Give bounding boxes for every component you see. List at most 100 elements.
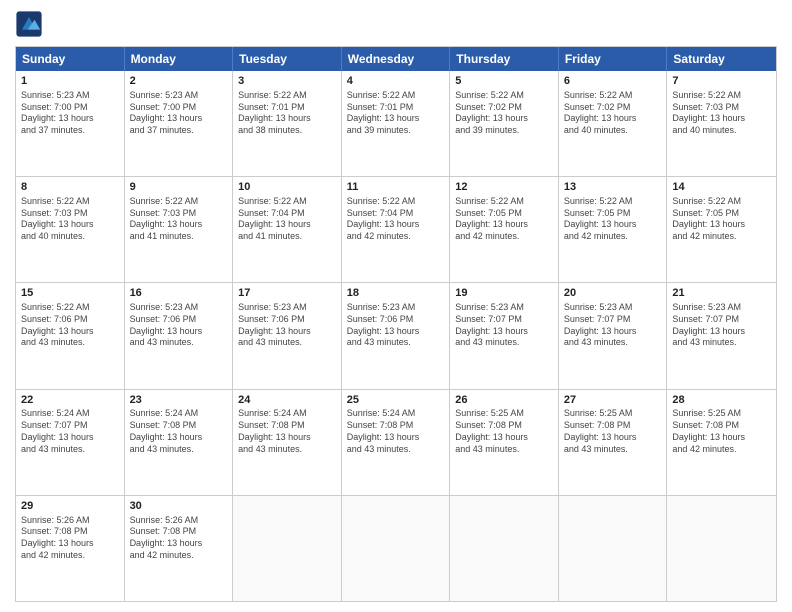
day-content: Sunrise: 5:22 AM Sunset: 7:01 PM Dayligh… [238,90,336,137]
day-content: Sunrise: 5:24 AM Sunset: 7:08 PM Dayligh… [130,408,228,455]
day-number: 29 [21,499,119,514]
calendar-week-4: 22Sunrise: 5:24 AM Sunset: 7:07 PM Dayli… [16,390,776,496]
day-content: Sunrise: 5:22 AM Sunset: 7:02 PM Dayligh… [455,90,553,137]
day-cell-4: 4Sunrise: 5:22 AM Sunset: 7:01 PM Daylig… [342,71,451,176]
day-cell-28: 28Sunrise: 5:25 AM Sunset: 7:08 PM Dayli… [667,390,776,495]
day-content: Sunrise: 5:23 AM Sunset: 7:06 PM Dayligh… [130,302,228,349]
day-cell-20: 20Sunrise: 5:23 AM Sunset: 7:07 PM Dayli… [559,283,668,388]
day-number: 14 [672,180,771,195]
day-number: 16 [130,286,228,301]
day-cell-1: 1Sunrise: 5:23 AM Sunset: 7:00 PM Daylig… [16,71,125,176]
day-number: 6 [564,74,662,89]
day-number: 7 [672,74,771,89]
day-number: 8 [21,180,119,195]
day-number: 12 [455,180,553,195]
day-content: Sunrise: 5:22 AM Sunset: 7:05 PM Dayligh… [672,196,771,243]
day-content: Sunrise: 5:22 AM Sunset: 7:04 PM Dayligh… [347,196,445,243]
calendar-week-2: 8Sunrise: 5:22 AM Sunset: 7:03 PM Daylig… [16,177,776,283]
day-number: 24 [238,393,336,408]
day-cell-25: 25Sunrise: 5:24 AM Sunset: 7:08 PM Dayli… [342,390,451,495]
day-content: Sunrise: 5:22 AM Sunset: 7:05 PM Dayligh… [455,196,553,243]
day-number: 9 [130,180,228,195]
day-content: Sunrise: 5:23 AM Sunset: 7:06 PM Dayligh… [347,302,445,349]
day-content: Sunrise: 5:24 AM Sunset: 7:08 PM Dayligh… [347,408,445,455]
day-content: Sunrise: 5:23 AM Sunset: 7:00 PM Dayligh… [21,90,119,137]
day-content: Sunrise: 5:23 AM Sunset: 7:06 PM Dayligh… [238,302,336,349]
day-number: 1 [21,74,119,89]
calendar-week-3: 15Sunrise: 5:22 AM Sunset: 7:06 PM Dayli… [16,283,776,389]
calendar-week-5: 29Sunrise: 5:26 AM Sunset: 7:08 PM Dayli… [16,496,776,601]
header [15,10,777,38]
day-number: 27 [564,393,662,408]
day-number: 19 [455,286,553,301]
day-content: Sunrise: 5:23 AM Sunset: 7:07 PM Dayligh… [455,302,553,349]
day-cell-9: 9Sunrise: 5:22 AM Sunset: 7:03 PM Daylig… [125,177,234,282]
day-number: 10 [238,180,336,195]
day-header-tuesday: Tuesday [233,47,342,71]
day-cell-6: 6Sunrise: 5:22 AM Sunset: 7:02 PM Daylig… [559,71,668,176]
day-cell-3: 3Sunrise: 5:22 AM Sunset: 7:01 PM Daylig… [233,71,342,176]
day-cell-21: 21Sunrise: 5:23 AM Sunset: 7:07 PM Dayli… [667,283,776,388]
calendar-header: SundayMondayTuesdayWednesdayThursdayFrid… [16,47,776,71]
day-cell-16: 16Sunrise: 5:23 AM Sunset: 7:06 PM Dayli… [125,283,234,388]
day-content: Sunrise: 5:22 AM Sunset: 7:06 PM Dayligh… [21,302,119,349]
logo [15,10,47,38]
empty-cell [342,496,451,601]
day-cell-15: 15Sunrise: 5:22 AM Sunset: 7:06 PM Dayli… [16,283,125,388]
day-number: 30 [130,499,228,514]
empty-cell [233,496,342,601]
day-header-saturday: Saturday [667,47,776,71]
page: SundayMondayTuesdayWednesdayThursdayFrid… [0,0,792,612]
day-content: Sunrise: 5:22 AM Sunset: 7:01 PM Dayligh… [347,90,445,137]
day-content: Sunrise: 5:24 AM Sunset: 7:08 PM Dayligh… [238,408,336,455]
day-cell-10: 10Sunrise: 5:22 AM Sunset: 7:04 PM Dayli… [233,177,342,282]
day-content: Sunrise: 5:24 AM Sunset: 7:07 PM Dayligh… [21,408,119,455]
day-content: Sunrise: 5:23 AM Sunset: 7:07 PM Dayligh… [564,302,662,349]
day-content: Sunrise: 5:25 AM Sunset: 7:08 PM Dayligh… [564,408,662,455]
day-content: Sunrise: 5:25 AM Sunset: 7:08 PM Dayligh… [455,408,553,455]
day-content: Sunrise: 5:26 AM Sunset: 7:08 PM Dayligh… [21,515,119,562]
day-header-thursday: Thursday [450,47,559,71]
day-cell-2: 2Sunrise: 5:23 AM Sunset: 7:00 PM Daylig… [125,71,234,176]
day-cell-24: 24Sunrise: 5:24 AM Sunset: 7:08 PM Dayli… [233,390,342,495]
calendar-week-1: 1Sunrise: 5:23 AM Sunset: 7:00 PM Daylig… [16,71,776,177]
day-cell-18: 18Sunrise: 5:23 AM Sunset: 7:06 PM Dayli… [342,283,451,388]
day-number: 25 [347,393,445,408]
calendar: SundayMondayTuesdayWednesdayThursdayFrid… [15,46,777,602]
day-number: 22 [21,393,119,408]
day-cell-27: 27Sunrise: 5:25 AM Sunset: 7:08 PM Dayli… [559,390,668,495]
day-cell-14: 14Sunrise: 5:22 AM Sunset: 7:05 PM Dayli… [667,177,776,282]
day-number: 15 [21,286,119,301]
day-number: 21 [672,286,771,301]
empty-cell [559,496,668,601]
day-cell-19: 19Sunrise: 5:23 AM Sunset: 7:07 PM Dayli… [450,283,559,388]
day-number: 2 [130,74,228,89]
day-cell-23: 23Sunrise: 5:24 AM Sunset: 7:08 PM Dayli… [125,390,234,495]
day-header-wednesday: Wednesday [342,47,451,71]
day-content: Sunrise: 5:22 AM Sunset: 7:02 PM Dayligh… [564,90,662,137]
day-content: Sunrise: 5:22 AM Sunset: 7:04 PM Dayligh… [238,196,336,243]
day-number: 28 [672,393,771,408]
day-number: 13 [564,180,662,195]
day-number: 3 [238,74,336,89]
day-cell-12: 12Sunrise: 5:22 AM Sunset: 7:05 PM Dayli… [450,177,559,282]
day-header-monday: Monday [125,47,234,71]
day-header-sunday: Sunday [16,47,125,71]
logo-icon [15,10,43,38]
day-number: 18 [347,286,445,301]
day-content: Sunrise: 5:23 AM Sunset: 7:00 PM Dayligh… [130,90,228,137]
day-cell-26: 26Sunrise: 5:25 AM Sunset: 7:08 PM Dayli… [450,390,559,495]
day-number: 11 [347,180,445,195]
day-number: 4 [347,74,445,89]
day-cell-5: 5Sunrise: 5:22 AM Sunset: 7:02 PM Daylig… [450,71,559,176]
day-cell-11: 11Sunrise: 5:22 AM Sunset: 7:04 PM Dayli… [342,177,451,282]
day-content: Sunrise: 5:26 AM Sunset: 7:08 PM Dayligh… [130,515,228,562]
day-number: 17 [238,286,336,301]
calendar-body: 1Sunrise: 5:23 AM Sunset: 7:00 PM Daylig… [16,71,776,601]
empty-cell [667,496,776,601]
day-header-friday: Friday [559,47,668,71]
day-content: Sunrise: 5:25 AM Sunset: 7:08 PM Dayligh… [672,408,771,455]
day-content: Sunrise: 5:22 AM Sunset: 7:03 PM Dayligh… [21,196,119,243]
day-number: 26 [455,393,553,408]
day-cell-17: 17Sunrise: 5:23 AM Sunset: 7:06 PM Dayli… [233,283,342,388]
